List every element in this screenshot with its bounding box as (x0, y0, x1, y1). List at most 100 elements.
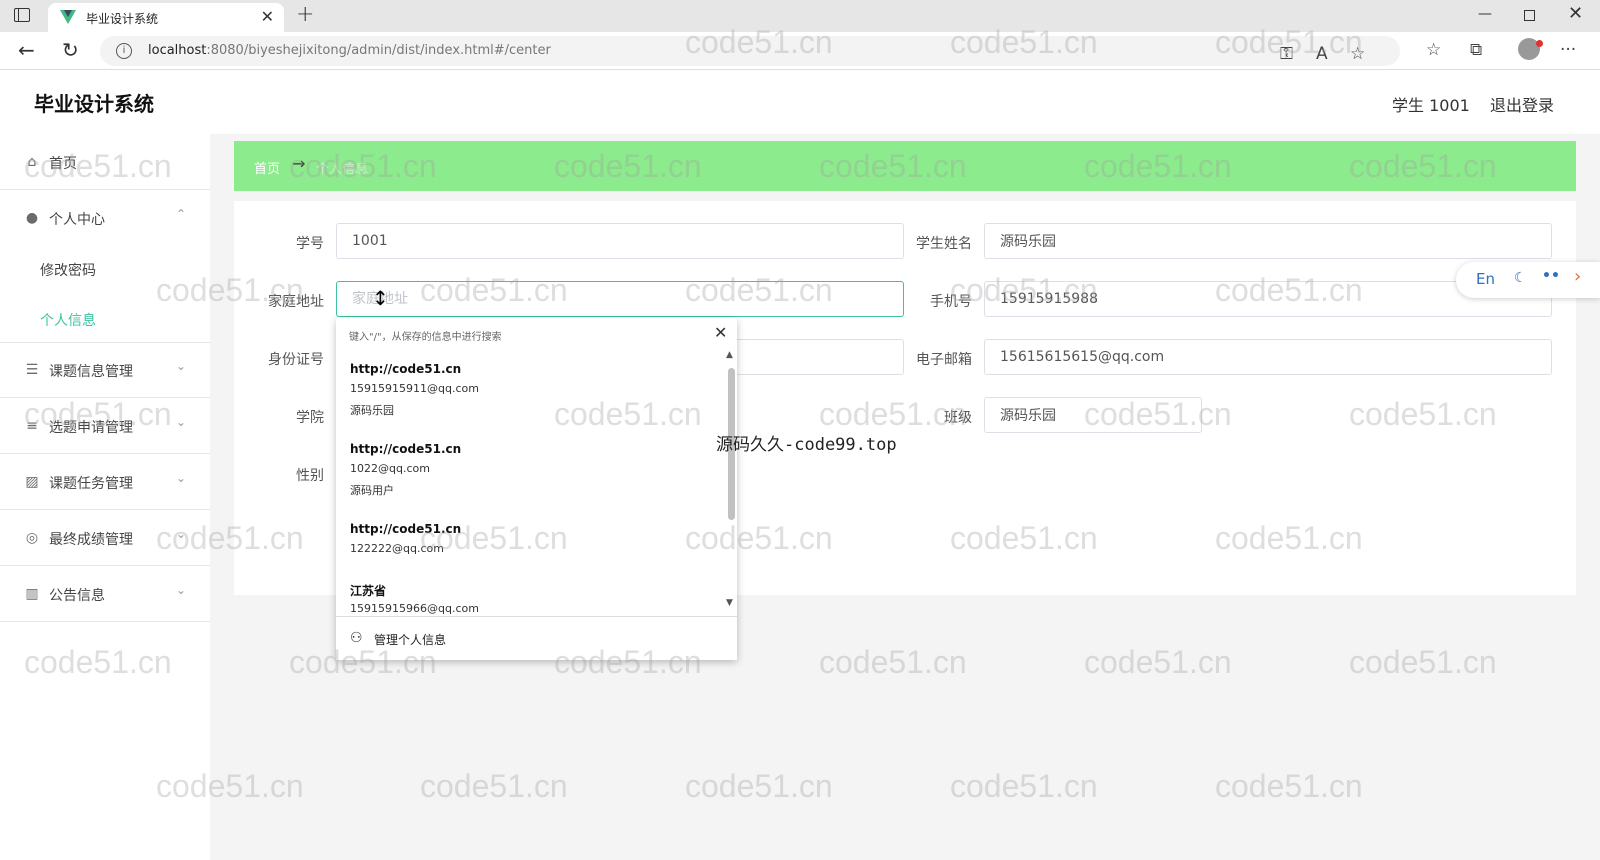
info-icon[interactable]: i (116, 43, 132, 59)
autofill-hint: 键入"/"，从保存的信息中进行搜索 (349, 332, 502, 343)
class-label: 班级 (944, 410, 972, 426)
email-input[interactable] (984, 339, 1552, 375)
sidebar-subitem-change-password[interactable]: 修改密码 (40, 260, 96, 280)
collections-icon[interactable]: ⧉ (1470, 40, 1482, 60)
sidebar-item-label: 个人中心 (49, 212, 105, 228)
dots-icon[interactable]: •• (1542, 268, 1560, 284)
watermark: code51.cn (420, 768, 568, 804)
gender-label: 性别 (296, 468, 324, 484)
autofill-entry[interactable]: http://code51.cn 122222@qq.com (350, 522, 461, 562)
entry-line-1: http://code51.cn (350, 362, 462, 376)
breadcrumb-current: 个人信息 (316, 162, 369, 177)
target-icon: ◎ (25, 530, 39, 546)
vue-logo-icon (60, 10, 76, 24)
app-header: 毕业设计系统 学生 1001 退出登录 (0, 70, 1600, 134)
tab-title: 毕业设计系统 (86, 12, 159, 26)
student-name-label: 学生姓名 (916, 236, 972, 252)
sidebar: ⌂ 首页 ● 个人中心 ⌃ 修改密码 个人信息 ☰ 课题信息管理 ⌄ ≡ 选题申… (0, 134, 210, 860)
idcard-label: 身份证号 (268, 352, 324, 368)
breadcrumb: 首页 → 个人信息 (234, 141, 1576, 191)
sidebar-item-announcements[interactable]: ▥ 公告信息 ⌄ (0, 566, 210, 622)
url-text[interactable]: localhost:8080/biyeshejixitong/admin/dis… (148, 43, 551, 58)
browser-tab-bar: 毕业设计系统 ✕ + — ✕ (0, 0, 1600, 32)
student-name-input[interactable] (984, 223, 1552, 259)
sidebar-item-personal-center[interactable]: ● 个人中心 ⌃ (0, 190, 210, 246)
library-icon: ▥ (25, 586, 39, 602)
key-icon[interactable]: ⚿ (1280, 44, 1293, 64)
sidebar-item-label: 公告信息 (49, 588, 105, 604)
scroll-up-icon[interactable]: ▲ (726, 350, 733, 360)
sidebar-item-topic-info[interactable]: ☰ 课题信息管理 ⌄ (0, 342, 210, 398)
autofill-entry[interactable]: http://code51.cn 15915915911@qq.com 源码乐园 (350, 362, 479, 422)
autofill-dropdown: 键入"/"，从保存的信息中进行搜索 ✕ http://code51.cn 159… (336, 318, 737, 660)
breadcrumb-separator: → (292, 154, 306, 173)
moon-icon[interactable]: ☾ (1514, 270, 1527, 286)
home-icon: ⌂ (27, 154, 37, 170)
restore-icon[interactable] (1524, 10, 1535, 21)
user-icon: ● (25, 210, 39, 226)
sidebar-item-home[interactable]: ⌂ 首页 (0, 134, 210, 190)
entry-line-2: 1022@qq.com (350, 462, 430, 475)
language-toggle[interactable]: En (1476, 270, 1495, 288)
entry-line-1: http://code51.cn (350, 442, 462, 456)
close-tab-icon[interactable]: ✕ (261, 7, 274, 26)
phone-label: 手机号 (930, 294, 972, 310)
overlay-watermark-text: 源码久久-code99.top (716, 435, 897, 455)
address-bar: ← ↻ i localhost:8080/biyeshejixitong/adm… (0, 32, 1600, 70)
autofill-entry[interactable]: http://code51.cn 1022@qq.com 源码用户 (350, 442, 461, 502)
watermark: code51.cn (819, 644, 967, 680)
watermark: code51.cn (1349, 644, 1497, 680)
sidebar-item-final-grades[interactable]: ◎ 最终成绩管理 ⌄ (0, 510, 210, 566)
watermark: code51.cn (950, 768, 1098, 804)
translate-widget[interactable]: En ☾ •• › (1456, 262, 1600, 298)
sidebar-item-topic-application[interactable]: ≡ 选题申请管理 ⌄ (0, 398, 210, 454)
watermark: code51.cn (1084, 644, 1232, 680)
sliders-icon: ☰ (25, 362, 39, 378)
entry-line-1: 江苏省 (350, 584, 387, 598)
sidebar-subitem-personal-info[interactable]: 个人信息 (40, 310, 96, 330)
chevron-right-icon[interactable]: › (1574, 266, 1581, 287)
minimize-icon[interactable]: — (1478, 6, 1492, 22)
url-host: localhost (148, 43, 207, 58)
tab-actions-icon[interactable] (14, 8, 30, 22)
add-favorite-icon[interactable]: ☆ (1350, 44, 1365, 64)
chevron-down-icon: ⌄ (176, 527, 187, 541)
watermark: code51.cn (685, 768, 833, 804)
autofill-footer: ⚇ 管理个人信息 (336, 616, 737, 660)
sidebar-item-label: 首页 (49, 156, 77, 172)
class-input[interactable] (984, 397, 1202, 433)
email-label: 电子邮箱 (916, 352, 972, 368)
entry-line-3: 源码用户 (350, 484, 394, 497)
chart-icon: ▨ (25, 474, 39, 490)
entry-line-3: 源码乐园 (350, 404, 394, 417)
favorites-icon[interactable]: ☆ (1426, 40, 1441, 60)
chevron-down-icon: ⌄ (176, 583, 187, 597)
new-tab-button[interactable]: + (296, 2, 314, 27)
close-icon[interactable]: ✕ (714, 323, 727, 342)
read-aloud-icon[interactable]: A (1316, 44, 1328, 64)
url-path: :8080/biyeshejixitong/admin/dist/index.h… (206, 43, 551, 58)
entry-line-1: http://code51.cn (350, 522, 462, 536)
scroll-down-icon[interactable]: ▼ (726, 598, 733, 608)
back-icon[interactable]: ← (18, 38, 35, 62)
reload-icon[interactable]: ↻ (62, 38, 79, 62)
window-close-icon[interactable]: ✕ (1568, 3, 1583, 24)
chevron-down-icon: ⌄ (176, 359, 187, 373)
sidebar-item-label: 课题任务管理 (49, 476, 133, 492)
browser-tab[interactable]: 毕业设计系统 ✕ (48, 3, 284, 32)
student-id-input[interactable] (336, 223, 904, 259)
app-title: 毕业设计系统 (34, 92, 154, 116)
url-field[interactable]: i localhost:8080/biyeshejixitong/admin/d… (100, 36, 1400, 66)
entry-line-2: 15915915911@qq.com (350, 382, 479, 395)
sidebar-item-topic-tasks[interactable]: ▨ 课题任务管理 ⌄ (0, 454, 210, 510)
text-cursor-icon: ↕ (372, 286, 389, 310)
breadcrumb-home[interactable]: 首页 (254, 158, 280, 177)
more-icon[interactable]: ··· (1560, 40, 1576, 60)
manage-personal-info-link[interactable]: 管理个人信息 (374, 631, 446, 648)
entry-line-2: 122222@qq.com (350, 542, 444, 555)
logout-button[interactable]: 退出登录 (1490, 92, 1554, 116)
college-label: 学院 (296, 410, 324, 426)
sidebar-item-label: 最终成绩管理 (49, 532, 133, 548)
address-input[interactable] (336, 281, 904, 317)
manage-info-icon: ⚇ (350, 630, 363, 646)
